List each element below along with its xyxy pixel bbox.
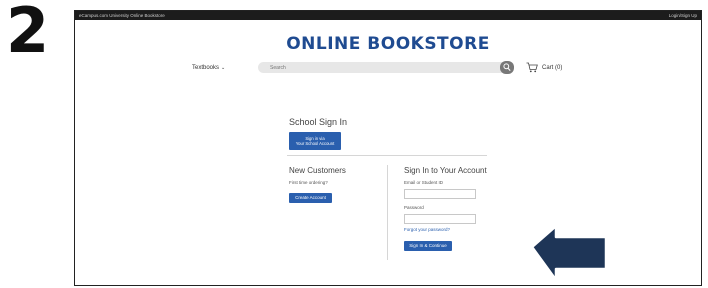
password-field[interactable] [404, 214, 476, 224]
top-bar: eCampus.com University Online Bookstore … [75, 11, 701, 20]
textbooks-menu-label: Textbooks [192, 65, 220, 71]
login-signup-link[interactable]: Login/Sign Up [669, 11, 697, 20]
column-divider [387, 165, 388, 260]
account-signin-title: Sign In to Your Account [404, 166, 487, 175]
cart-button[interactable]: Cart (0) [526, 61, 562, 74]
create-account-button[interactable]: Create Account [289, 193, 332, 203]
search-icon [503, 63, 511, 71]
site-logo[interactable]: ONLINE BOOKSTORE [75, 34, 701, 54]
email-label: Email or Student ID [404, 180, 444, 185]
step-number: 2 [6, 0, 50, 67]
textbooks-menu[interactable]: Textbooks ⌄ [192, 65, 225, 71]
new-customers-title: New Customers [289, 166, 346, 175]
new-customers-subtitle: First time ordering? [289, 180, 328, 185]
forgot-password-link[interactable]: Forgot your password? [404, 227, 450, 232]
browser-screenshot-frame: eCampus.com University Online Bookstore … [74, 10, 702, 286]
search-input[interactable] [258, 62, 508, 73]
school-signin-title: School Sign In [289, 117, 348, 127]
school-button-line2: Your School Account [295, 141, 335, 146]
school-account-signin-button[interactable]: Sign in via Your School Account [289, 132, 341, 150]
section-divider [287, 155, 487, 156]
password-label: Password [404, 205, 424, 210]
search-button[interactable] [500, 61, 514, 74]
cart-label: Cart (0) [542, 64, 563, 71]
cart-icon [526, 62, 538, 73]
chevron-down-icon: ⌄ [221, 65, 226, 71]
pointer-arrow-icon [530, 224, 608, 282]
sign-in-continue-button[interactable]: Sign In & Continue [404, 241, 452, 251]
email-field[interactable] [404, 189, 476, 199]
site-name: eCampus.com University Online Bookstore [79, 13, 165, 18]
